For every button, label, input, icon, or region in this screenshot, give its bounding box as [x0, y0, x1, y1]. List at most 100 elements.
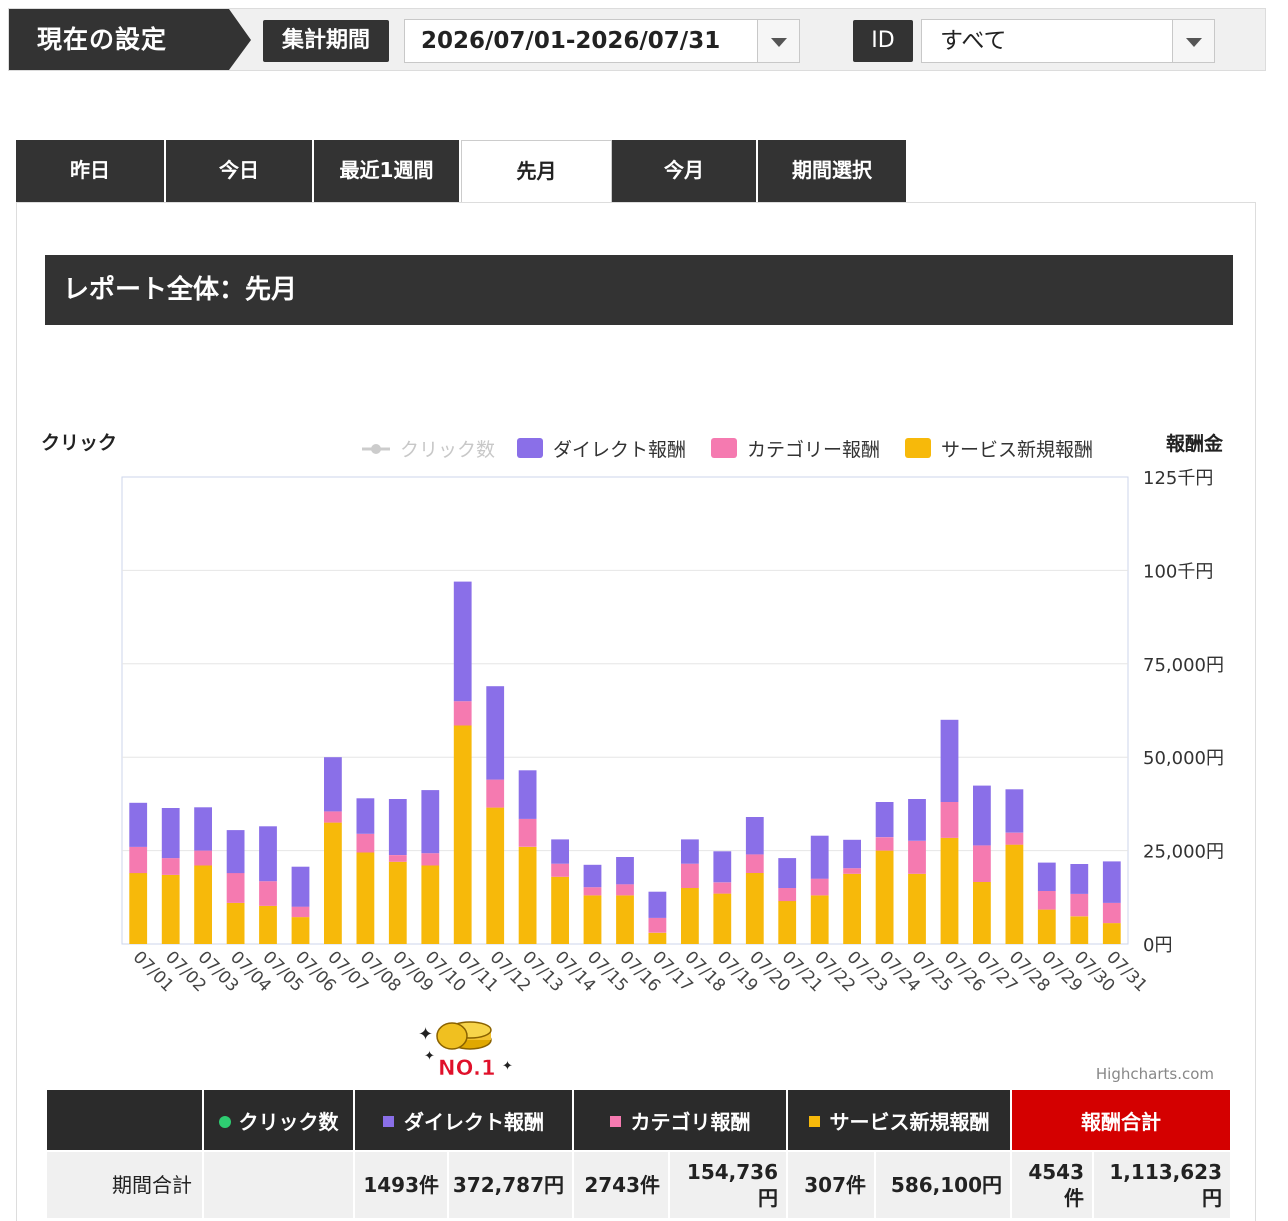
bar-segment[interactable] [551, 839, 569, 864]
bar-segment[interactable] [129, 846, 148, 874]
legend-item-category[interactable]: カテゴリー報酬 [711, 438, 880, 461]
bar-segment[interactable] [129, 802, 148, 847]
bar-segment[interactable] [583, 895, 602, 944]
bar-segment[interactable] [324, 811, 342, 823]
bar-segment[interactable] [356, 798, 375, 834]
bar-segment[interactable] [875, 802, 894, 838]
bar-segment[interactable] [810, 895, 829, 944]
bar-segment[interactable] [388, 855, 407, 862]
bar-segment[interactable] [518, 846, 537, 944]
bar-segment[interactable] [161, 808, 180, 859]
bar-segment[interactable] [226, 873, 245, 903]
bar-segment[interactable] [810, 878, 829, 896]
bar-segment[interactable] [778, 858, 797, 888]
purple-square-icon [383, 1115, 394, 1127]
bar-segment[interactable] [583, 864, 602, 888]
bar-segment[interactable] [453, 701, 472, 726]
bar-segment[interactable] [940, 719, 959, 802]
bar-segment[interactable] [778, 888, 797, 902]
legend-item-direct[interactable]: ダイレクト報酬 [517, 438, 686, 461]
bar-segment[interactable] [1037, 862, 1056, 891]
bar-segment[interactable] [1102, 923, 1121, 944]
highcharts-credit[interactable]: Highcharts.com [1096, 1065, 1214, 1083]
bar-segment[interactable] [518, 818, 537, 847]
bar-segment[interactable] [875, 850, 894, 944]
bar-segment[interactable] [291, 906, 310, 918]
bar-segment[interactable] [875, 837, 894, 851]
legend-item-clicks[interactable]: クリック数 [362, 439, 495, 461]
bar-segment[interactable] [356, 833, 375, 853]
bar-segment[interactable] [940, 802, 959, 838]
bar-segment[interactable] [713, 882, 732, 894]
bar-segment[interactable] [843, 868, 861, 874]
bar-segment[interactable] [161, 858, 180, 875]
bar-segment[interactable] [226, 830, 245, 874]
bar-segment[interactable] [421, 865, 440, 945]
bar-segment[interactable] [908, 799, 926, 841]
bar-segment[interactable] [778, 901, 797, 944]
bar-segment[interactable] [421, 853, 440, 866]
bar-segment[interactable] [648, 917, 667, 933]
bar-segment[interactable] [681, 863, 699, 888]
bar-segment[interactable] [908, 873, 926, 944]
bar-segment[interactable] [1005, 789, 1024, 833]
bar-segment[interactable] [161, 874, 180, 944]
bar-segment[interactable] [843, 873, 861, 944]
bar-segment[interactable] [1037, 909, 1056, 944]
bar-segment[interactable] [616, 884, 634, 896]
bar-segment[interactable] [486, 779, 505, 808]
legend-item-service[interactable]: サービス新規報酬 [905, 438, 1093, 461]
bar-segment[interactable] [291, 866, 310, 907]
bar-segment[interactable] [745, 854, 764, 873]
bar-segment[interactable] [616, 895, 634, 944]
bar-segment[interactable] [259, 905, 277, 944]
bar-segment[interactable] [259, 826, 277, 882]
bar-segment[interactable] [1005, 844, 1024, 944]
bar-segment[interactable] [259, 881, 277, 906]
bar-segment[interactable] [648, 891, 667, 918]
bar-segment[interactable] [388, 799, 407, 855]
bar-segment[interactable] [745, 817, 764, 855]
bar-segment[interactable] [324, 822, 342, 944]
bar-segment[interactable] [356, 852, 375, 945]
bar-segment[interactable] [194, 865, 212, 945]
bar-segment[interactable] [194, 807, 212, 851]
bar-segment[interactable] [129, 873, 148, 944]
bar-segment[interactable] [226, 902, 245, 944]
bar-segment[interactable] [713, 893, 732, 944]
bar-segment[interactable] [518, 770, 537, 819]
bar-segment[interactable] [1005, 832, 1024, 845]
bar-segment[interactable] [648, 932, 667, 944]
header-category: カテゴリ報酬 [572, 1088, 788, 1152]
bar-segment[interactable] [194, 850, 212, 866]
bar-segment[interactable] [421, 790, 440, 854]
bar-segment[interactable] [551, 876, 569, 944]
bar-segment[interactable] [291, 917, 310, 944]
bar-segment[interactable] [1102, 861, 1121, 903]
bar-segment[interactable] [973, 882, 991, 944]
bar-segment[interactable] [1070, 916, 1089, 944]
bar-segment[interactable] [973, 845, 991, 882]
bar-segment[interactable] [1070, 864, 1089, 894]
bar-segment[interactable] [551, 863, 569, 877]
bar-segment[interactable] [713, 851, 732, 883]
bar-segment[interactable] [681, 839, 699, 864]
bar-segment[interactable] [745, 873, 764, 944]
bar-segment[interactable] [324, 757, 342, 812]
bar-segment[interactable] [1037, 890, 1056, 910]
bar-segment[interactable] [486, 686, 505, 780]
bar-segment[interactable] [1070, 893, 1089, 917]
bar-segment[interactable] [1102, 902, 1121, 924]
bar-segment[interactable] [843, 839, 861, 869]
bar-segment[interactable] [453, 725, 472, 944]
bar-segment[interactable] [486, 807, 505, 944]
bar-segment[interactable] [681, 888, 699, 944]
bar-segment[interactable] [908, 840, 926, 874]
bar-segment[interactable] [583, 887, 602, 896]
bar-segment[interactable] [453, 581, 472, 702]
bar-segment[interactable] [810, 835, 829, 879]
bar-segment[interactable] [973, 785, 991, 846]
bar-segment[interactable] [616, 857, 634, 885]
bar-segment[interactable] [940, 837, 959, 944]
bar-segment[interactable] [388, 861, 407, 944]
